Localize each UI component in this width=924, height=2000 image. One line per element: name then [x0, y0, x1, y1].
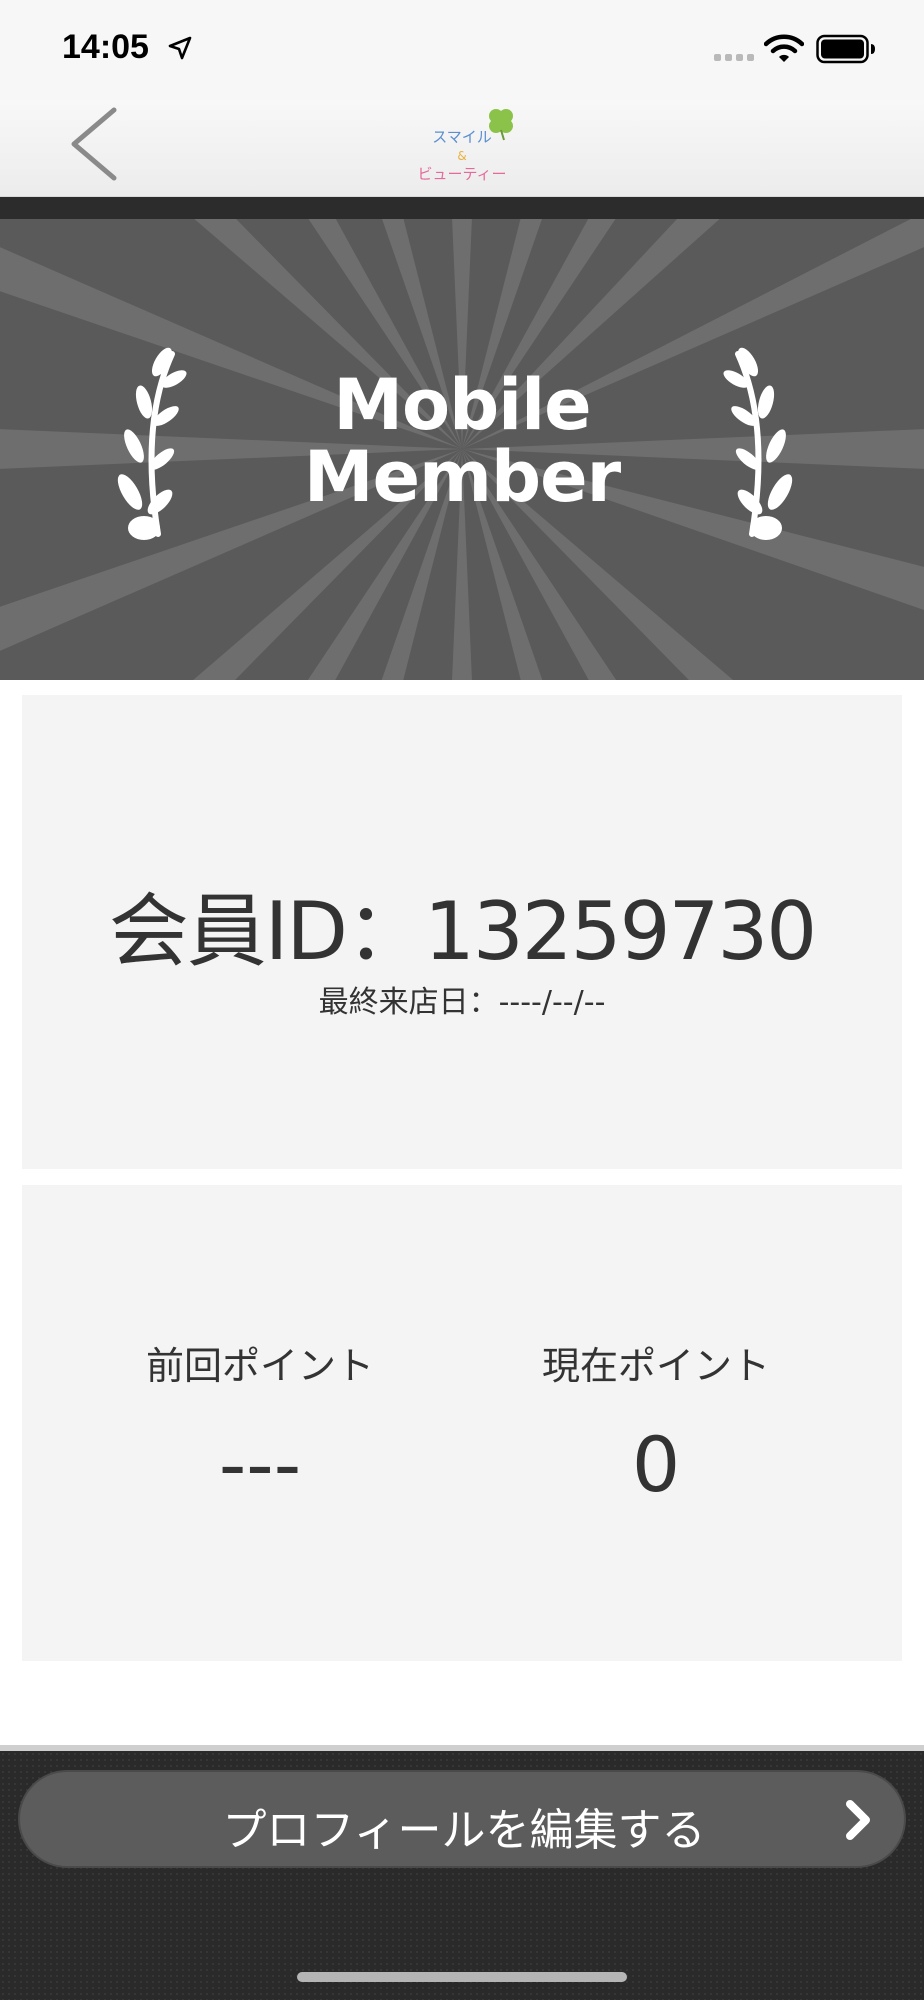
status-bar: 14:05	[0, 0, 924, 100]
logo-line1: スマイル	[432, 128, 492, 146]
home-indicator	[297, 1972, 627, 1982]
current-points: 現在ポイント 0	[446, 1335, 866, 1509]
location-arrow-icon	[168, 36, 192, 60]
battery-icon	[816, 34, 875, 64]
logo-line3: ビューティー	[417, 165, 506, 183]
clover-icon	[489, 109, 513, 141]
banner-title: Mobile Member	[0, 369, 924, 513]
current-points-label: 現在ポイント	[541, 1344, 770, 1388]
last-visit-date: 最終来店日：----/--/--	[318, 985, 606, 1020]
member-id-card: 会員ID：13259730 最終来店日：----/--/--	[22, 695, 902, 1169]
banner-title-line2: Member	[303, 436, 621, 518]
member-id: 会員ID：13259730	[108, 885, 817, 978]
current-points-value: 0	[631, 1420, 681, 1509]
back-button[interactable]	[64, 106, 124, 182]
edit-profile-label: プロフィールを編集する	[222, 1805, 706, 1856]
previous-points-value: ---	[218, 1420, 302, 1509]
edit-profile-button[interactable]: プロフィールを編集する	[18, 1770, 906, 1868]
logo-line2: &	[457, 149, 466, 163]
wifi-icon	[764, 34, 804, 62]
previous-points-label: 前回ポイント	[145, 1344, 374, 1388]
previous-points: 前回ポイント ---	[50, 1335, 470, 1509]
cellular-signal-icon	[714, 54, 754, 61]
status-time: 14:05	[62, 28, 149, 66]
banner-title-line1: Mobile	[333, 364, 591, 446]
chevron-right-icon	[846, 1800, 870, 1840]
banner-top-strip	[0, 197, 924, 219]
app-logo: スマイル & ビューティー	[417, 109, 513, 183]
points-card: 前回ポイント --- 現在ポイント 0	[22, 1185, 902, 1661]
mobile-member-banner: Mobile Member	[0, 219, 924, 680]
